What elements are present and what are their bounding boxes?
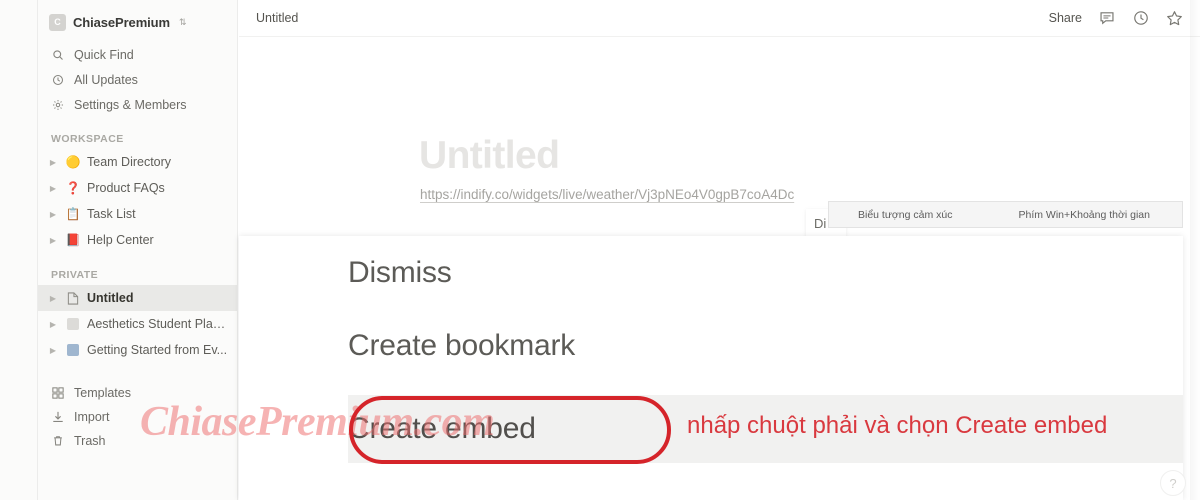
annotation-text: nhấp chuột phải và chọn Create embed bbox=[687, 412, 1108, 439]
sidebar-item-getting-started-from-evernote[interactable]: ▶ Getting Started from Ev... bbox=[38, 337, 237, 363]
sidebar-item-label: Settings & Members bbox=[74, 97, 187, 112]
clipboard-emoji: 📋 bbox=[65, 207, 81, 221]
workspace-name: ChiasePremium bbox=[73, 14, 170, 30]
book-emoji: 📕 bbox=[65, 233, 81, 247]
top-bar: Untitled Share bbox=[239, 0, 1200, 37]
import-icon bbox=[51, 411, 65, 423]
sidebar-item-label: Product FAQs bbox=[87, 181, 165, 195]
sidebar-item-label: Aesthetics Student Plan... bbox=[87, 317, 229, 331]
page-title[interactable]: Untitled bbox=[419, 134, 560, 178]
watermark: ChiasePremium.com bbox=[140, 399, 495, 445]
sidebar-item-label: Untitled bbox=[87, 291, 134, 305]
triangle-right-icon[interactable]: ▶ bbox=[47, 158, 59, 167]
screenshot-root: C ChiasePremium ⇅ Quick Find All Updates bbox=[0, 0, 1200, 500]
trash-icon bbox=[51, 435, 65, 447]
sidebar-item-quick-find[interactable]: Quick Find bbox=[38, 42, 237, 67]
evernote-icon bbox=[65, 344, 81, 356]
triangle-right-icon[interactable]: ▶ bbox=[47, 294, 59, 303]
star-icon[interactable] bbox=[1165, 9, 1184, 28]
sidebar-item-label: Import bbox=[74, 410, 110, 424]
help-button[interactable]: ? bbox=[1160, 470, 1186, 496]
sidebar-item-label: Quick Find bbox=[74, 47, 134, 62]
comment-icon[interactable] bbox=[1097, 9, 1116, 28]
note-icon bbox=[65, 318, 81, 330]
sidebar-item-aesthetics-student-plan[interactable]: ▶ Aesthetics Student Plan... bbox=[38, 311, 237, 337]
templates-icon bbox=[51, 387, 65, 399]
sidebar-item-help-center[interactable]: ▶ 📕 Help Center bbox=[38, 227, 237, 253]
emoji-tooltip-label: Biểu tượng cảm xúc bbox=[858, 208, 953, 221]
workspace-logo: C bbox=[49, 13, 66, 31]
embed-url-link[interactable]: https://indify.co/widgets/live/weather/V… bbox=[420, 187, 794, 202]
breadcrumb-page-title[interactable]: Untitled bbox=[256, 11, 298, 25]
gear-icon bbox=[51, 99, 65, 111]
windows-emoji-tooltip: Biểu tượng cảm xúc Phím Win+Khoảng thời … bbox=[828, 201, 1183, 228]
sidebar-item-product-faqs[interactable]: ▶ ❓ Product FAQs bbox=[38, 175, 237, 201]
search-icon bbox=[51, 49, 65, 61]
share-button[interactable]: Share bbox=[1049, 11, 1082, 25]
sidebar-item-settings-members[interactable]: Settings & Members bbox=[38, 92, 237, 117]
context-menu-item-dismiss[interactable]: Dismiss bbox=[239, 242, 1183, 304]
triangle-right-icon[interactable]: ▶ bbox=[47, 184, 59, 193]
context-menu-item-create-bookmark[interactable]: Create bookmark bbox=[239, 315, 1183, 377]
emoji-tooltip-shortcut: Phím Win+Khoảng thời gian bbox=[1018, 208, 1150, 221]
sidebar-item-all-updates[interactable]: All Updates bbox=[38, 67, 237, 92]
sidebar-item-label: All Updates bbox=[74, 72, 138, 87]
triangle-right-icon[interactable]: ▶ bbox=[47, 210, 59, 219]
clock-icon bbox=[51, 74, 65, 86]
context-menu-item-label: Create bookmark bbox=[348, 329, 576, 362]
question-mark-emoji: ❓ bbox=[65, 181, 81, 195]
sidebar-item-label: Team Directory bbox=[87, 155, 172, 169]
yellow-circle-emoji: 🟡 bbox=[65, 155, 81, 169]
triangle-right-icon[interactable]: ▶ bbox=[47, 320, 59, 329]
sidebar-item-label: Task List bbox=[87, 207, 136, 221]
sidebar-item-untitled[interactable]: ▶ Untitled bbox=[38, 285, 237, 311]
top-bar-actions: Share bbox=[1049, 9, 1200, 28]
left-gutter bbox=[0, 0, 38, 500]
context-menu-overlay: Dismiss Create bookmark Create embed bbox=[239, 236, 1183, 500]
section-label-private: PRIVATE bbox=[51, 269, 99, 281]
sidebar-item-label: Templates bbox=[74, 386, 131, 400]
chevron-updown-icon: ⇅ bbox=[178, 16, 187, 27]
triangle-right-icon[interactable]: ▶ bbox=[47, 346, 59, 355]
context-menu-item-label: Dismiss bbox=[348, 256, 452, 289]
workspace-switcher[interactable]: C ChiasePremium ⇅ bbox=[38, 8, 237, 36]
sidebar-item-label: Help Center bbox=[87, 233, 154, 247]
triangle-right-icon[interactable]: ▶ bbox=[47, 236, 59, 245]
sidebar-item-label: Getting Started from Ev... bbox=[87, 343, 228, 357]
sidebar-item-label: Trash bbox=[74, 434, 106, 448]
sidebar-item-task-list[interactable]: ▶ 📋 Task List bbox=[38, 201, 237, 227]
page-icon bbox=[65, 291, 81, 305]
sidebar-item-team-directory[interactable]: ▶ 🟡 Team Directory bbox=[38, 149, 237, 175]
section-label-workspace: WORKSPACE bbox=[51, 133, 124, 145]
clock-icon[interactable] bbox=[1131, 9, 1150, 28]
